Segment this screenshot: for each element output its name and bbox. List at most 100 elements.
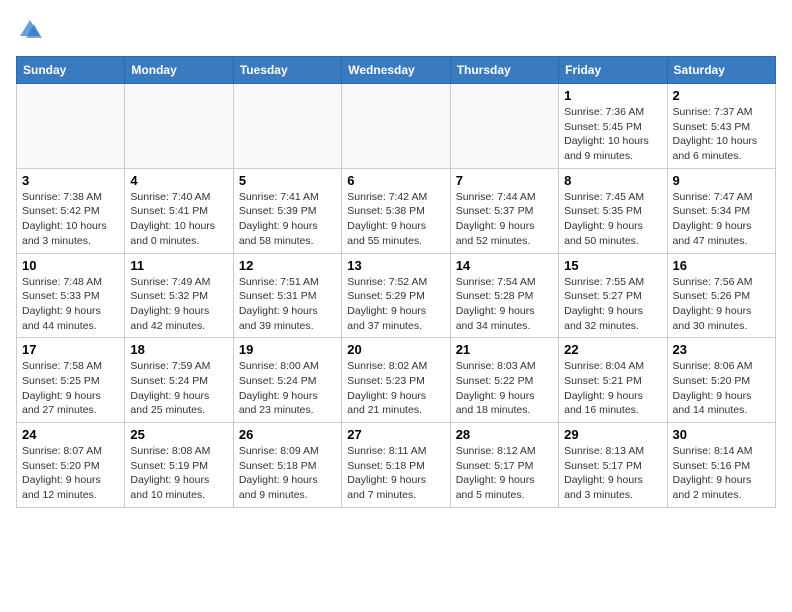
calendar-cell: 22 Sunrise: 8:04 AM Sunset: 5:21 PM Dayli… [559, 338, 667, 423]
day-info: Sunrise: 7:47 AM Sunset: 5:34 PM Dayligh… [673, 190, 770, 249]
day-info: Sunrise: 8:14 AM Sunset: 5:16 PM Dayligh… [673, 444, 770, 503]
day-number: 22 [564, 342, 661, 357]
calendar-cell: 23 Sunrise: 8:06 AM Sunset: 5:20 PM Dayli… [667, 338, 775, 423]
logo [16, 16, 48, 44]
calendar-cell: 4 Sunrise: 7:40 AM Sunset: 5:41 PM Daylig… [125, 168, 233, 253]
calendar-cell: 18 Sunrise: 7:59 AM Sunset: 5:24 PM Dayli… [125, 338, 233, 423]
weekday-header-friday: Friday [559, 57, 667, 84]
day-number: 3 [22, 173, 119, 188]
day-number: 17 [22, 342, 119, 357]
day-info: Sunrise: 8:04 AM Sunset: 5:21 PM Dayligh… [564, 359, 661, 418]
day-number: 1 [564, 88, 661, 103]
week-row-1: 1 Sunrise: 7:36 AM Sunset: 5:45 PM Daylig… [17, 84, 776, 169]
day-number: 24 [22, 427, 119, 442]
weekday-header-wednesday: Wednesday [342, 57, 450, 84]
calendar-cell: 13 Sunrise: 7:52 AM Sunset: 5:29 PM Dayli… [342, 253, 450, 338]
calendar-cell [17, 84, 125, 169]
calendar-cell: 11 Sunrise: 7:49 AM Sunset: 5:32 PM Dayli… [125, 253, 233, 338]
week-row-3: 10 Sunrise: 7:48 AM Sunset: 5:33 PM Dayli… [17, 253, 776, 338]
calendar-cell [125, 84, 233, 169]
calendar-cell: 12Sunrise: 7:51 AM Sunset: 5:31 PM Dayli… [233, 253, 341, 338]
day-info: Sunrise: 8:11 AM Sunset: 5:18 PM Dayligh… [347, 444, 444, 503]
day-info: Sunrise: 7:38 AM Sunset: 5:42 PM Dayligh… [22, 190, 119, 249]
day-info: Sunrise: 7:59 AM Sunset: 5:24 PM Dayligh… [130, 359, 227, 418]
calendar-cell: 21 Sunrise: 8:03 AM Sunset: 5:22 PM Dayli… [450, 338, 558, 423]
day-info: Sunrise: 7:41 AM Sunset: 5:39 PM Dayligh… [239, 190, 336, 249]
day-info: Sunrise: 8:00 AM Sunset: 5:24 PM Dayligh… [239, 359, 336, 418]
day-number: 10 [22, 258, 119, 273]
calendar-cell: 10 Sunrise: 7:48 AM Sunset: 5:33 PM Dayli… [17, 253, 125, 338]
day-info: Sunrise: 7:54 AM Sunset: 5:28 PM Dayligh… [456, 275, 553, 334]
calendar-cell: 26 Sunrise: 8:09 AM Sunset: 5:18 PM Dayli… [233, 423, 341, 508]
calendar-cell: 29Sunrise: 8:13 AM Sunset: 5:17 PM Dayli… [559, 423, 667, 508]
day-number: 15 [564, 258, 661, 273]
calendar-cell: 19 Sunrise: 8:00 AM Sunset: 5:24 PM Dayli… [233, 338, 341, 423]
day-info: Sunrise: 8:08 AM Sunset: 5:19 PM Dayligh… [130, 444, 227, 503]
week-row-4: 17 Sunrise: 7:58 AM Sunset: 5:25 PM Dayli… [17, 338, 776, 423]
day-info: Sunrise: 7:56 AM Sunset: 5:26 PM Dayligh… [673, 275, 770, 334]
calendar-cell: 9 Sunrise: 7:47 AM Sunset: 5:34 PM Daylig… [667, 168, 775, 253]
weekday-header-thursday: Thursday [450, 57, 558, 84]
weekday-header-monday: Monday [125, 57, 233, 84]
day-info: Sunrise: 8:09 AM Sunset: 5:18 PM Dayligh… [239, 444, 336, 503]
day-info: Sunrise: 7:40 AM Sunset: 5:41 PM Dayligh… [130, 190, 227, 249]
calendar-cell: 16 Sunrise: 7:56 AM Sunset: 5:26 PM Dayli… [667, 253, 775, 338]
day-number: 20 [347, 342, 444, 357]
calendar-cell: 24 Sunrise: 8:07 AM Sunset: 5:20 PM Dayli… [17, 423, 125, 508]
day-number: 2 [673, 88, 770, 103]
day-info: Sunrise: 7:48 AM Sunset: 5:33 PM Dayligh… [22, 275, 119, 334]
day-info: Sunrise: 8:07 AM Sunset: 5:20 PM Dayligh… [22, 444, 119, 503]
calendar-cell: 6 Sunrise: 7:42 AM Sunset: 5:38 PM Daylig… [342, 168, 450, 253]
day-info: Sunrise: 7:37 AM Sunset: 5:43 PM Dayligh… [673, 105, 770, 164]
weekday-header-tuesday: Tuesday [233, 57, 341, 84]
day-number: 13 [347, 258, 444, 273]
calendar-cell: 7 Sunrise: 7:44 AM Sunset: 5:37 PM Daylig… [450, 168, 558, 253]
day-number: 25 [130, 427, 227, 442]
week-row-2: 3 Sunrise: 7:38 AM Sunset: 5:42 PM Daylig… [17, 168, 776, 253]
day-info: Sunrise: 8:12 AM Sunset: 5:17 PM Dayligh… [456, 444, 553, 503]
day-info: Sunrise: 7:36 AM Sunset: 5:45 PM Dayligh… [564, 105, 661, 164]
day-number: 30 [673, 427, 770, 442]
day-info: Sunrise: 8:02 AM Sunset: 5:23 PM Dayligh… [347, 359, 444, 418]
day-number: 23 [673, 342, 770, 357]
calendar-cell [450, 84, 558, 169]
day-number: 18 [130, 342, 227, 357]
calendar-cell: 2 Sunrise: 7:37 AM Sunset: 5:43 PM Daylig… [667, 84, 775, 169]
day-number: 16 [673, 258, 770, 273]
day-number: 9 [673, 173, 770, 188]
day-number: 29 [564, 427, 661, 442]
calendar-cell: 5Sunrise: 7:41 AM Sunset: 5:39 PM Daylig… [233, 168, 341, 253]
day-info: Sunrise: 7:44 AM Sunset: 5:37 PM Dayligh… [456, 190, 553, 249]
calendar-cell: 15 Sunrise: 7:55 AM Sunset: 5:27 PM Dayli… [559, 253, 667, 338]
day-number: 26 [239, 427, 336, 442]
day-info: Sunrise: 7:52 AM Sunset: 5:29 PM Dayligh… [347, 275, 444, 334]
day-number: 21 [456, 342, 553, 357]
page-header [16, 16, 776, 44]
calendar-cell: 27 Sunrise: 8:11 AM Sunset: 5:18 PM Dayli… [342, 423, 450, 508]
calendar-cell [233, 84, 341, 169]
day-info: Sunrise: 8:03 AM Sunset: 5:22 PM Dayligh… [456, 359, 553, 418]
calendar-cell: 8Sunrise: 7:45 AM Sunset: 5:35 PM Daylig… [559, 168, 667, 253]
day-number: 6 [347, 173, 444, 188]
calendar-cell: 25 Sunrise: 8:08 AM Sunset: 5:19 PM Dayli… [125, 423, 233, 508]
day-info: Sunrise: 7:49 AM Sunset: 5:32 PM Dayligh… [130, 275, 227, 334]
calendar-cell [342, 84, 450, 169]
day-number: 28 [456, 427, 553, 442]
weekday-header-saturday: Saturday [667, 57, 775, 84]
day-info: Sunrise: 7:51 AM Sunset: 5:31 PM Dayligh… [239, 275, 336, 334]
day-number: 7 [456, 173, 553, 188]
weekday-header-row: SundayMondayTuesdayWednesdayThursdayFrid… [17, 57, 776, 84]
week-row-5: 24 Sunrise: 8:07 AM Sunset: 5:20 PM Dayli… [17, 423, 776, 508]
day-number: 27 [347, 427, 444, 442]
day-number: 19 [239, 342, 336, 357]
calendar: SundayMondayTuesdayWednesdayThursdayFrid… [16, 56, 776, 508]
day-number: 11 [130, 258, 227, 273]
day-info: Sunrise: 7:58 AM Sunset: 5:25 PM Dayligh… [22, 359, 119, 418]
day-info: Sunrise: 7:42 AM Sunset: 5:38 PM Dayligh… [347, 190, 444, 249]
day-number: 4 [130, 173, 227, 188]
calendar-cell: 17 Sunrise: 7:58 AM Sunset: 5:25 PM Dayli… [17, 338, 125, 423]
day-info: Sunrise: 7:55 AM Sunset: 5:27 PM Dayligh… [564, 275, 661, 334]
calendar-cell: 30 Sunrise: 8:14 AM Sunset: 5:16 PM Dayli… [667, 423, 775, 508]
calendar-cell: 28 Sunrise: 8:12 AM Sunset: 5:17 PM Dayli… [450, 423, 558, 508]
day-info: Sunrise: 8:06 AM Sunset: 5:20 PM Dayligh… [673, 359, 770, 418]
